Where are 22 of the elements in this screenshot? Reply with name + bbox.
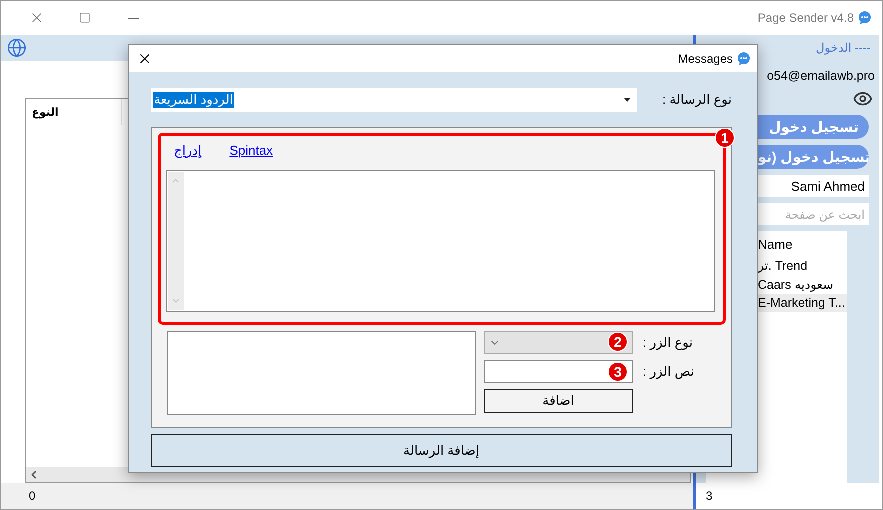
step-badge: 1 <box>715 128 735 148</box>
maximize-icon <box>79 12 91 24</box>
dialog-title: Messages <box>678 52 733 66</box>
message-type-dropdown[interactable]: الردود السريعة <box>151 88 637 112</box>
chat-icon <box>737 52 751 66</box>
chat-icon <box>858 11 872 25</box>
message-type-label: نوع الرسالة : <box>662 92 732 108</box>
window-title: Page Sender v4.8 <box>758 11 854 25</box>
globe-icon[interactable] <box>7 38 27 58</box>
buttons-list[interactable] <box>167 331 476 415</box>
editor-link[interactable]: إدراج <box>174 143 202 159</box>
editor-link[interactable]: Spintax <box>230 143 274 158</box>
add-message-button[interactable]: إضافة الرسالة <box>151 434 732 467</box>
button-type-label: نوع الزر : <box>643 334 693 350</box>
status-count: 0 <box>29 489 36 503</box>
account-email: o54@emailawb.pro <box>767 69 875 83</box>
column-header[interactable]: النوع <box>26 99 122 125</box>
add-button[interactable]: اضافة <box>484 389 633 413</box>
status-count: 3 <box>706 489 713 503</box>
caret-icon <box>624 98 631 102</box>
button-text-label: نص الزر : <box>643 364 694 380</box>
button-text-field[interactable] <box>484 360 633 383</box>
